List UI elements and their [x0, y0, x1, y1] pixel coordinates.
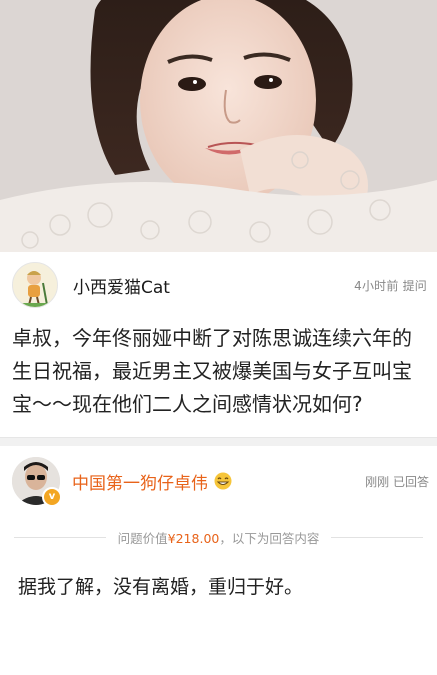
answerer-avatar[interactable]: v [12, 457, 62, 507]
question-value-row: 问题价值¥218.00，以下为回答内容 [0, 520, 437, 554]
question-time: 4小时前 [354, 278, 399, 293]
value-right-line [331, 536, 424, 538]
answer-text: 据我了解，没有离婚，重归于好。 [18, 576, 304, 598]
question-value: 问题价值¥218.00，以下为回答内容 [106, 528, 332, 547]
answer-meta: 刚刚 已回答 [365, 473, 429, 490]
answer-header: v 中国第一狗仔卓伟 刚刚 已回答 [0, 446, 437, 516]
grin-emoji-icon [214, 472, 232, 490]
value-amount: ¥218.00 [167, 530, 220, 546]
questioner-name[interactable]: 小西爱猫Cat [73, 273, 170, 298]
value-label: 问题价值 [117, 530, 168, 546]
divider [0, 437, 437, 446]
cartoon-avatar-icon[interactable] [12, 262, 58, 308]
question-action: 提问 [402, 278, 427, 293]
question-meta: 4小时前 提问 [354, 277, 427, 294]
header-photo [0, 0, 437, 252]
value-suffix: ，以下为回答内容 [219, 530, 320, 546]
verified-badge-icon: v [42, 487, 62, 507]
answerer-name[interactable]: 中国第一狗仔卓伟 [72, 469, 208, 494]
question-header: 小西爱猫Cat 4小时前 提问 [0, 252, 437, 318]
answer-time: 刚刚 [365, 474, 390, 489]
answer-action: 已回答 [392, 474, 429, 489]
value-left-line [14, 536, 106, 538]
question-text: 卓叔，今年佟丽娅中断了对陈思诚连续六年的生日祝福，最近男主又被爆美国与女子互叫宝… [12, 326, 412, 416]
